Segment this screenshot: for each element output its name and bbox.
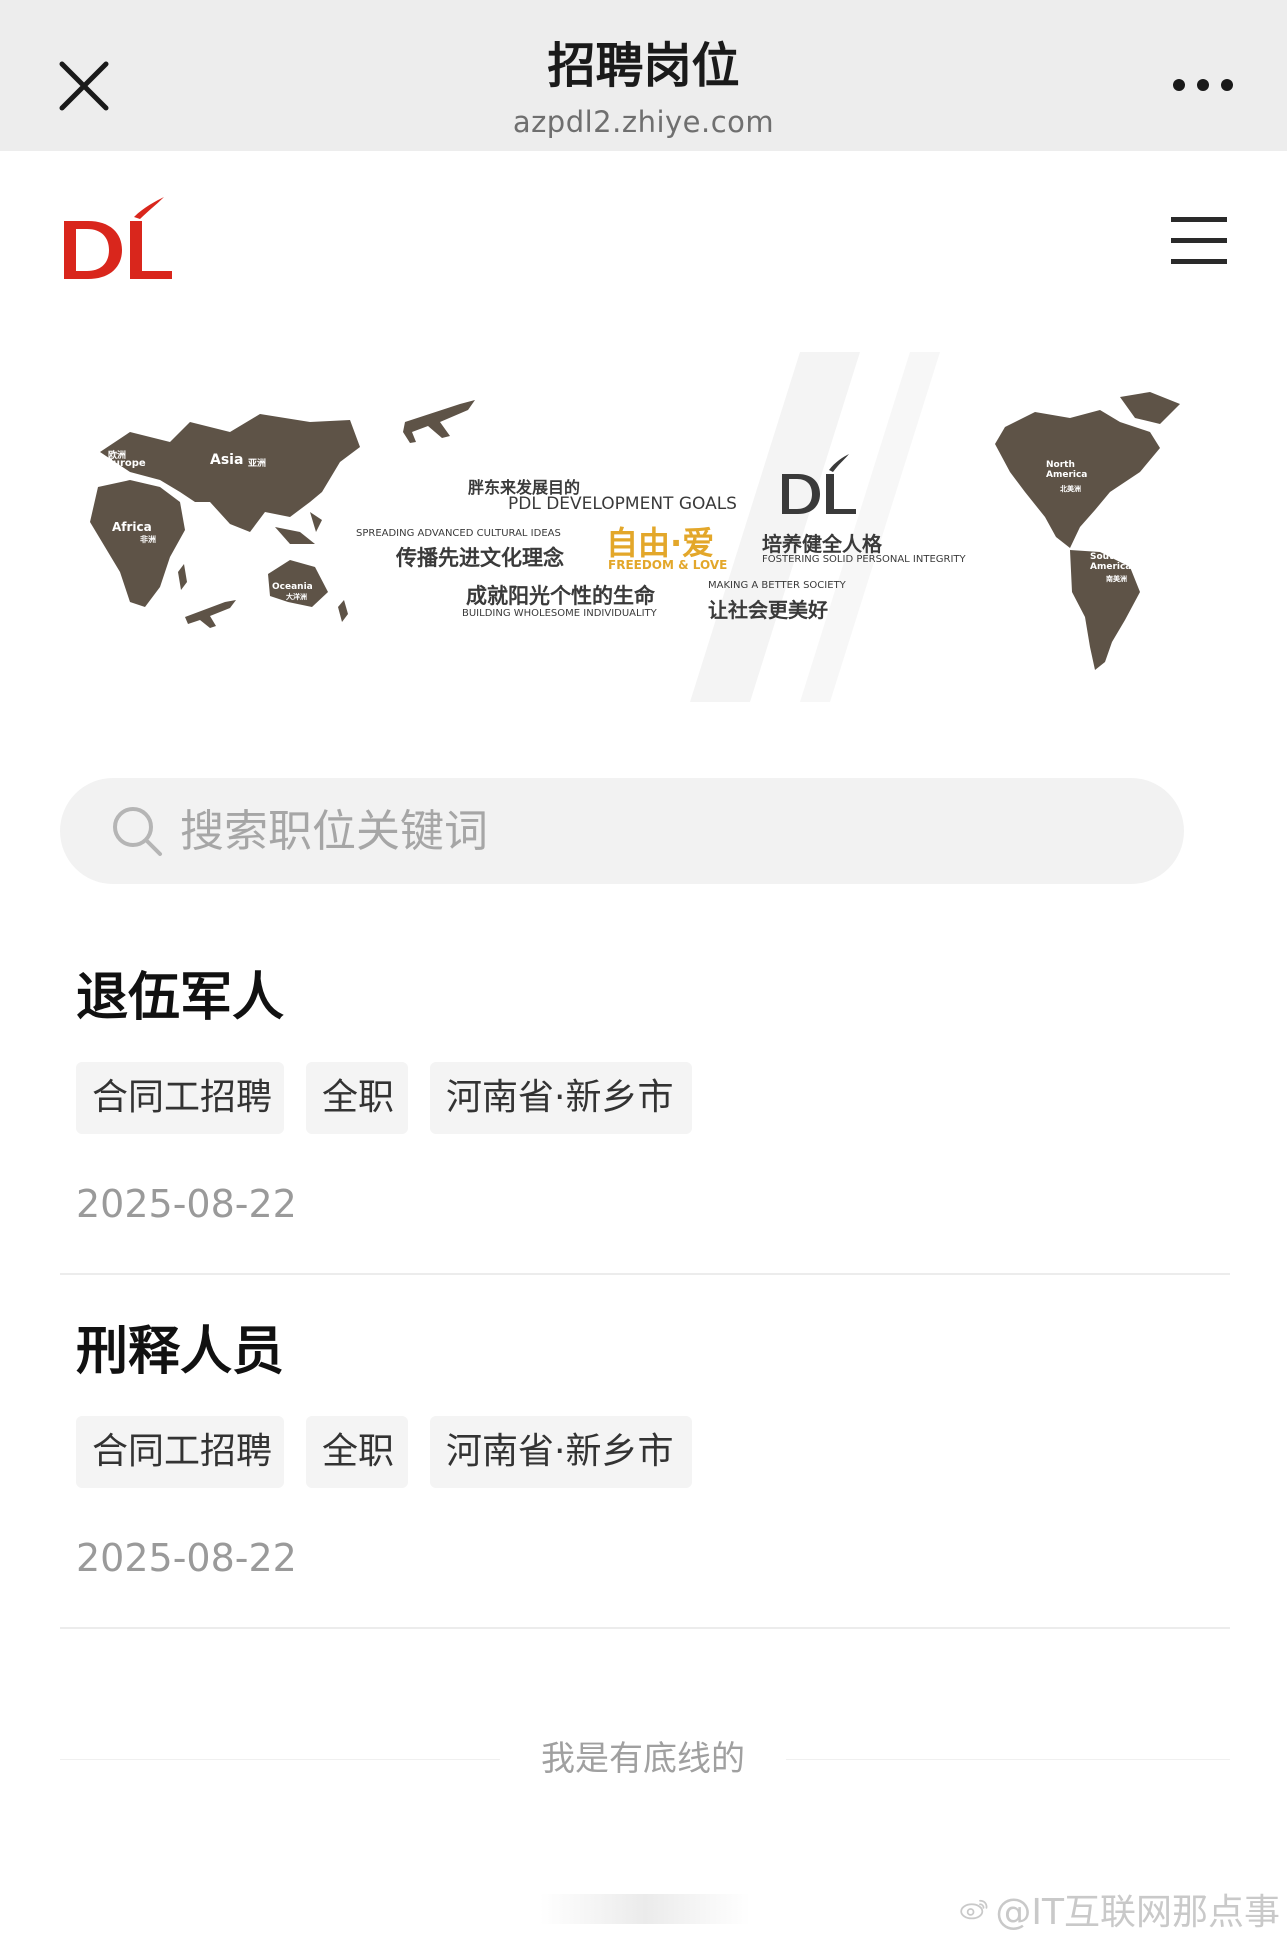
weibo-icon [960,1899,988,1920]
job-date: 2025-08-22 [76,1182,297,1226]
job-tag-type: 合同工招聘 [76,1416,284,1488]
site-logo[interactable] [60,195,180,285]
page-url: azpdl2.zhiye.com [512,105,775,139]
banner-north-america-cn: 北美洲 [1060,485,1081,493]
banner-center-en: FREEDOM & LOVE [608,558,728,572]
end-of-list-text: 我是有底线的 [541,1739,745,1779]
banner-africa-cn: 非洲 [140,535,156,544]
page-title: 招聘岗位 [547,38,740,94]
banner-south-america: South America [1090,552,1132,572]
banner-right-cn: 培养健全人格 [762,532,882,556]
job-tag-schedule: 全职 [306,1062,408,1134]
banner-north-america: North America [1046,460,1088,480]
job-tag-location: 河南省·新乡市 [430,1062,692,1134]
divider [60,1273,1230,1275]
banner-goal-en: PDL DEVELOPMENT GOALS [508,494,737,514]
hamburger-menu-icon [1171,217,1227,264]
watermark-text: @IT互联网那点事 [995,1892,1280,1933]
banner-bottom-right-cn: 让社会更美好 [708,598,828,622]
banner-oceania: Oceania [272,582,313,592]
banner-africa: Africa [112,520,152,534]
menu-button[interactable] [1171,214,1227,268]
more-options-button[interactable] [1170,72,1236,98]
banner-bottom-left-cn: 成就阳光个性的生命 [466,584,655,608]
banner-left-cn: 传播先进文化理念 [396,546,564,570]
job-card[interactable]: 退伍军人 合同工招聘 全职 河南省·新乡市 2025-08-22 [60,966,1230,1256]
watermark: @IT互联网那点事 [960,1884,1280,1934]
banner-left-en: SPREADING ADVANCED CULTURAL IDEAS [356,528,561,539]
banner-right-en: FOSTERING SOLID PERSONAL INTEGRITY [762,554,966,565]
divider [60,1627,1230,1629]
search-bar[interactable] [60,778,1184,884]
job-date: 2025-08-22 [76,1536,297,1580]
job-tag-type: 合同工招聘 [76,1062,284,1134]
banner-oceania-cn: 大洋洲 [286,593,307,601]
more-dots-icon [1173,79,1233,91]
dl-logo-icon [64,197,172,279]
search-input[interactable] [180,796,1140,866]
job-title[interactable]: 刑释人员 [76,1320,284,1384]
search-icon [113,807,162,856]
job-card[interactable]: 刑释人员 合同工招聘 全职 河南省·新乡市 2025-08-22 [60,1320,1230,1610]
culture-banner: 欧洲 Europe Asia 亚洲 Africa 非洲 Oceania 大洋洲 … [60,352,1230,702]
browser-top-bar: 招聘岗位 azpdl2.zhiye.com [0,0,1287,151]
footer-line [60,1759,500,1760]
job-title[interactable]: 退伍军人 [76,966,284,1030]
job-tag-schedule: 全职 [306,1416,408,1488]
banner-asia-cn: 亚洲 [248,459,267,469]
scroll-indicator [540,1894,750,1924]
banner-asia: Asia [210,452,244,468]
banner-bottom-left-en: BUILDING WHOLESOME INDIVIDUALITY [462,608,657,619]
banner-bottom-right-en: MAKING A BETTER SOCIETY [708,580,846,591]
job-tag-location: 河南省·新乡市 [430,1416,692,1488]
footer-line [786,1759,1230,1760]
banner-south-america-cn: 南美洲 [1106,575,1127,583]
banner-europe: Europe [106,458,146,469]
